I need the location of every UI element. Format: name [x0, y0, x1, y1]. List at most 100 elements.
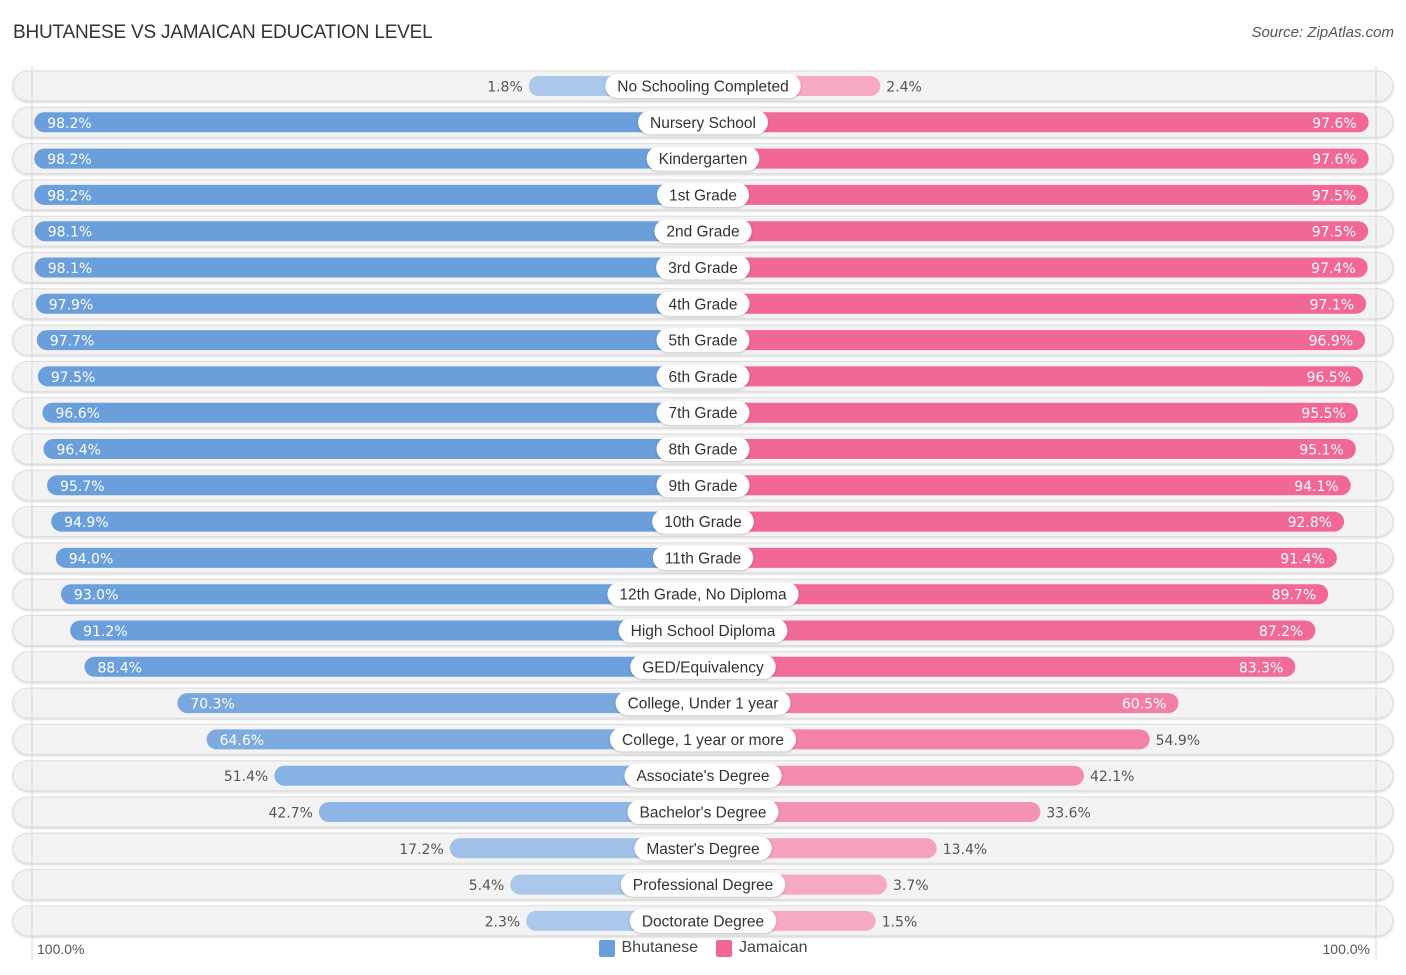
legend-item-bhutanese[interactable]: Bhutanese: [598, 939, 699, 957]
bar-jamaican[interactable]: [703, 221, 1369, 242]
bar-row[interactable]: 98.1% 97.5% 2nd Grade: [34, 219, 1369, 244]
value-label-bhutanese: 94.0%: [69, 551, 113, 567]
bar-bhutanese[interactable]: [34, 257, 703, 278]
bar-row[interactable]: 88.4% 83.3% GED/Equivalency: [84, 654, 1296, 679]
category-label: College, 1 year or more: [622, 732, 784, 749]
bar-jamaican[interactable]: [703, 439, 1356, 459]
bar-bhutanese[interactable]: [43, 439, 703, 459]
bar-bhutanese[interactable]: [60, 584, 704, 605]
bar-bhutanese[interactable]: [34, 221, 703, 242]
bar-bhutanese[interactable]: [42, 402, 703, 423]
category-label: Bachelor's Degree: [639, 805, 766, 822]
bar-row[interactable]: 91.2% 87.2% High School Diploma: [70, 618, 1316, 643]
category-label: 1st Grade: [669, 187, 737, 204]
bar-jamaican[interactable]: [703, 330, 1366, 351]
bar-bhutanese[interactable]: [34, 112, 703, 133]
bar-row[interactable]: 96.4% 95.1% 8th Grade: [43, 437, 1356, 461]
value-label-jamaican: 97.1%: [1310, 297, 1354, 313]
bar-row[interactable]: 98.1% 97.4% 3rd Grade: [34, 255, 1368, 280]
category-label: 8th Grade: [669, 442, 738, 459]
bar-jamaican[interactable]: [703, 475, 1351, 496]
legend-label-jamaican: Jamaican: [739, 939, 808, 956]
category-label: Professional Degree: [633, 877, 773, 894]
bar-jamaican[interactable]: [703, 112, 1369, 133]
bar-bhutanese[interactable]: [47, 475, 703, 496]
bar-row[interactable]: 17.2% 13.4% Master's Degree: [399, 836, 987, 861]
bar-row[interactable]: 95.7% 94.1% 9th Grade: [47, 473, 1351, 498]
bar-bhutanese[interactable]: [84, 656, 704, 677]
value-label-bhutanese: 98.2%: [47, 188, 91, 204]
legend: Bhutanese Jamaican: [0, 939, 1406, 957]
bar-jamaican[interactable]: [703, 511, 1345, 532]
value-label-jamaican: 96.9%: [1309, 334, 1353, 350]
value-label-jamaican: 97.4%: [1311, 261, 1355, 277]
bar-jamaican[interactable]: [703, 366, 1364, 387]
category-label: High School Diploma: [631, 623, 776, 640]
bar-row[interactable]: 1.8% 2.4% No Schooling Completed: [487, 74, 922, 98]
bar-row[interactable]: 97.9% 97.1% 4th Grade: [35, 291, 1367, 316]
value-label-jamaican: 89.7%: [1272, 588, 1316, 604]
bar-row[interactable]: 42.7% 33.6% Bachelor's Degree: [268, 800, 1091, 824]
bar-row[interactable]: 51.4% 42.1% Associate's Degree: [224, 763, 1135, 788]
bar-bhutanese[interactable]: [34, 148, 703, 169]
value-label-bhutanese: 91.2%: [83, 624, 127, 640]
value-label-jamaican: 83.3%: [1239, 660, 1283, 676]
category-label: Master's Degree: [646, 841, 759, 858]
value-label-bhutanese: 96.6%: [55, 406, 99, 422]
value-label-jamaican: 42.1%: [1090, 769, 1134, 785]
value-label-jamaican: 3.7%: [893, 878, 929, 894]
category-label: 7th Grade: [669, 405, 738, 422]
bar-row[interactable]: 64.6% 54.9% College, 1 year or more: [206, 727, 1201, 752]
bar-bhutanese[interactable]: [35, 293, 703, 314]
bar-bhutanese[interactable]: [51, 511, 703, 532]
bar-row[interactable]: 94.9% 92.8% 10th Grade: [51, 509, 1345, 534]
bar-bhutanese[interactable]: [37, 366, 703, 387]
bar-row[interactable]: 5.4% 3.7% Professional Degree: [469, 872, 929, 897]
bar-row[interactable]: 97.5% 96.5% 6th Grade: [37, 364, 1364, 389]
value-label-jamaican: 95.5%: [1301, 406, 1345, 422]
value-label-bhutanese: 97.7%: [50, 334, 94, 350]
bar-row[interactable]: 70.3% 60.5% College, Under 1 year: [177, 691, 1179, 716]
bar-jamaican[interactable]: [703, 656, 1296, 677]
value-label-jamaican: 2.4%: [886, 80, 922, 96]
value-label-jamaican: 96.5%: [1307, 370, 1351, 386]
value-label-bhutanese: 98.1%: [48, 261, 92, 277]
bar-row[interactable]: 98.2% 97.6% Kindergarten: [34, 146, 1369, 171]
category-label: 6th Grade: [669, 369, 738, 386]
bar-row[interactable]: 2.3% 1.5% Doctorate Degree: [485, 908, 918, 933]
bar-bhutanese[interactable]: [34, 184, 703, 205]
value-label-bhutanese: 17.2%: [399, 842, 443, 858]
legend-label-bhutanese: Bhutanese: [621, 939, 699, 956]
value-label-jamaican: 54.9%: [1156, 733, 1200, 749]
bar-jamaican[interactable]: [703, 547, 1337, 568]
value-label-jamaican: 1.5%: [882, 914, 918, 930]
value-label-bhutanese: 96.4%: [56, 443, 100, 459]
category-label: 3rd Grade: [668, 260, 738, 277]
value-label-bhutanese: 98.1%: [48, 225, 92, 241]
value-label-jamaican: 97.5%: [1312, 225, 1356, 241]
category-label: 9th Grade: [669, 478, 738, 495]
bar-bhutanese[interactable]: [70, 620, 704, 641]
bar-row[interactable]: 97.7% 96.9% 5th Grade: [36, 328, 1366, 353]
category-label: 12th Grade, No Diploma: [619, 587, 787, 604]
value-label-bhutanese: 93.0%: [74, 588, 118, 604]
bar-row[interactable]: 98.2% 97.6% Nursery School: [34, 110, 1369, 135]
category-label: GED/Equivalency: [642, 659, 764, 676]
category-label: College, Under 1 year: [628, 696, 779, 713]
bar-jamaican[interactable]: [703, 402, 1358, 423]
bar-jamaican[interactable]: [703, 148, 1369, 169]
bar-jamaican[interactable]: [703, 293, 1367, 314]
bar-row[interactable]: 94.0% 91.4% 11th Grade: [55, 545, 1337, 570]
bar-row[interactable]: 93.0% 89.7% 12th Grade, No Diploma: [60, 582, 1329, 607]
legend-item-jamaican[interactable]: Jamaican: [716, 939, 808, 957]
value-label-jamaican: 91.4%: [1280, 551, 1324, 567]
bar-row[interactable]: 96.6% 95.5% 7th Grade: [42, 400, 1358, 425]
bar-bhutanese[interactable]: [36, 330, 703, 351]
bar-row[interactable]: 98.2% 97.5% 1st Grade: [34, 182, 1369, 207]
value-label-jamaican: 97.6%: [1312, 116, 1356, 132]
bar-bhutanese[interactable]: [55, 547, 703, 568]
value-label-bhutanese: 97.9%: [49, 297, 93, 313]
bar-jamaican[interactable]: [703, 620, 1316, 641]
bar-jamaican[interactable]: [703, 184, 1369, 205]
bar-jamaican[interactable]: [703, 257, 1368, 278]
